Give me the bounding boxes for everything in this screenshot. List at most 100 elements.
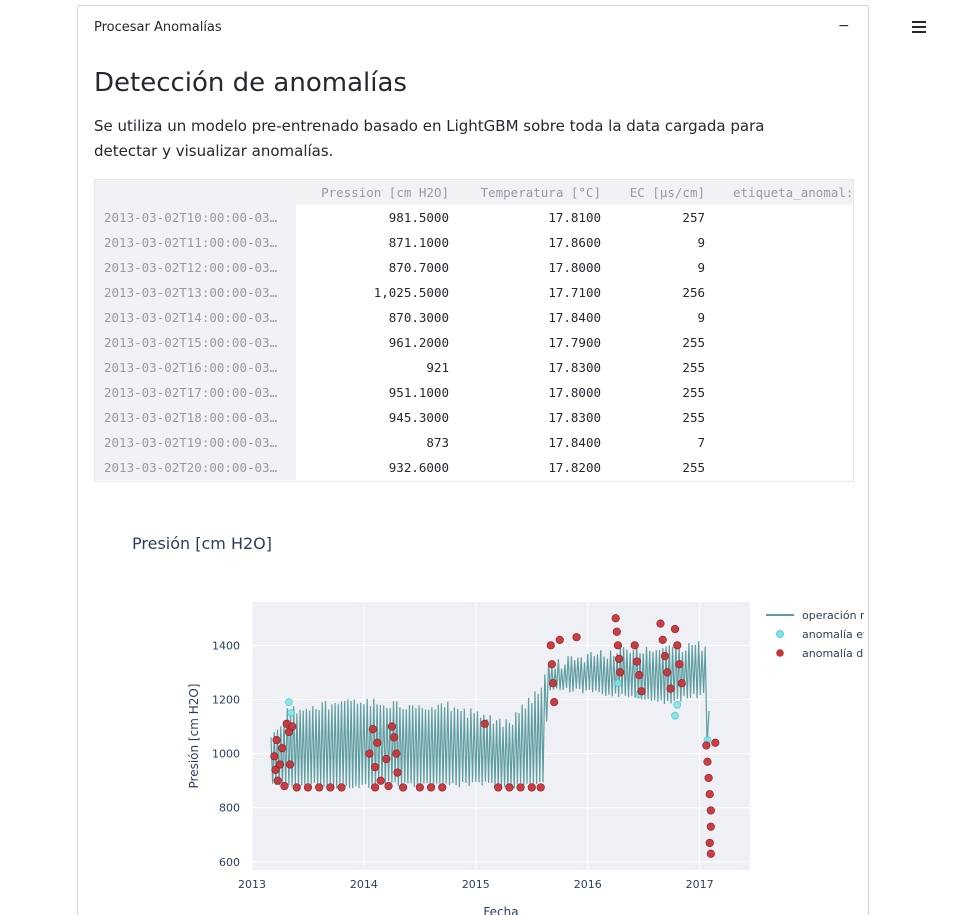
- y-tick-label: 600: [219, 856, 240, 869]
- expander-header[interactable]: Procesar Anomalías −: [78, 6, 868, 50]
- table-row[interactable]: 2013-03-02T16:00:00-03… 921 17.8300 255: [95, 355, 853, 380]
- row-index: 2013-03-02T15:00:00-03…: [95, 330, 296, 355]
- cell-etiqueta: [705, 230, 853, 255]
- detected-anomaly-point: [632, 657, 642, 666]
- cell-temperatura: 17.8000: [548, 385, 601, 400]
- column-header[interactable]: etiqueta_anomal:: [705, 180, 853, 205]
- y-tick-label: 1000: [212, 748, 240, 761]
- detected-anomaly-point: [611, 614, 620, 623]
- column-header[interactable]: Temperatura [°C]: [449, 180, 601, 205]
- cell-pression: 961.2000: [388, 335, 449, 350]
- y-tick-label: 1400: [212, 639, 240, 652]
- x-axis-title: Fecha: [483, 905, 518, 915]
- detected-anomaly-point: [415, 783, 424, 792]
- detected-anomaly-point: [480, 719, 489, 728]
- cell-ec: 256: [682, 285, 705, 300]
- detected-anomaly-point: [666, 684, 675, 693]
- table-row[interactable]: 2013-03-02T19:00:00-03… 873 17.8400 7: [95, 430, 853, 455]
- x-tick-label: 2014: [350, 878, 378, 891]
- collapse-icon[interactable]: −: [838, 18, 850, 34]
- cell-pression: 871.1000: [388, 235, 449, 250]
- y-axis-title: Presión [cm H2O]: [187, 684, 201, 789]
- cell-ec: 255: [682, 335, 705, 350]
- detected-anomaly-point: [373, 738, 382, 747]
- cell-pression: 870.3000: [388, 310, 449, 325]
- detected-anomaly-point: [704, 773, 713, 783]
- detected-anomaly-point: [702, 741, 711, 750]
- column-header[interactable]: EC [µs/cm]: [601, 180, 705, 205]
- labeled-anomaly-point: [614, 679, 622, 688]
- cell-ec: 9: [697, 310, 705, 325]
- row-index: 2013-03-02T10:00:00-03…: [95, 205, 296, 230]
- detected-anomaly-point: [337, 783, 346, 792]
- detected-anomaly-point: [326, 783, 335, 792]
- detected-anomaly-point: [376, 776, 385, 785]
- table-header-row: Pression [cm H2O] Temperatura [°C] EC [µ…: [95, 180, 853, 205]
- legend-label: anomalía detectada: [802, 647, 864, 660]
- cell-temperatura: 17.8400: [548, 435, 601, 450]
- detected-anomaly-point: [285, 760, 295, 769]
- table-row[interactable]: 2013-03-02T14:00:00-03… 870.3000 17.8400 9: [95, 305, 853, 330]
- cell-etiqueta: [705, 205, 853, 230]
- cell-pression: 921: [426, 360, 449, 375]
- detected-anomaly-point: [516, 783, 525, 792]
- detected-anomaly-point: [536, 783, 545, 792]
- pressure-chart: Presión [cm H2O] 600 800 1000 1200 1400 2013 2…: [94, 518, 864, 915]
- detected-anomaly-point: [547, 660, 557, 669]
- labeled-anomaly-point: [287, 709, 296, 717]
- detected-anomaly-point: [273, 776, 282, 785]
- detected-anomaly-point: [292, 783, 301, 792]
- anomaly-expander: Procesar Anomalías − Detección de anomal…: [77, 5, 869, 915]
- cell-temperatura: 17.8400: [548, 310, 601, 325]
- table-row[interactable]: 2013-03-02T20:00:00-03… 932.6000 17.8200 25…: [95, 455, 853, 480]
- cell-temperatura: 17.8100: [548, 210, 601, 225]
- detected-anomaly-point: [365, 749, 374, 758]
- table-row[interactable]: 2013-03-02T13:00:00-03… 1,025.5000 17.7100…: [95, 280, 853, 305]
- detected-anomaly-point: [637, 687, 646, 696]
- labeled-anomaly-point: [673, 700, 682, 709]
- cell-pression: 1,025.5000: [373, 285, 449, 300]
- cell-ec: 7: [697, 435, 705, 450]
- detected-anomaly-point: [660, 652, 670, 661]
- detected-anomaly-point: [616, 668, 625, 677]
- cell-pression: 873: [426, 435, 449, 450]
- detected-anomaly-point: [393, 768, 402, 777]
- row-index: 2013-03-02T17:00:00-03…: [95, 380, 296, 405]
- cell-pression: 870.7000: [388, 260, 449, 275]
- detected-anomaly-point: [677, 679, 686, 688]
- row-index: 2013-03-02T13:00:00-03…: [95, 280, 296, 305]
- detected-anomaly-point: [703, 757, 712, 766]
- detected-anomaly-point: [384, 781, 393, 791]
- cell-temperatura: 17.8200: [548, 460, 601, 475]
- cell-etiqueta: [705, 355, 853, 380]
- cell-etiqueta: [705, 280, 853, 305]
- cell-etiqueta: [705, 330, 853, 355]
- table-row[interactable]: 2013-03-02T17:00:00-03… 951.1000 17.8000 25…: [95, 380, 853, 405]
- cell-ec: 9: [697, 235, 705, 250]
- detected-anomaly-point: [438, 783, 447, 792]
- detected-anomaly-point: [272, 735, 281, 745]
- x-tick-label: 2017: [686, 878, 714, 891]
- legend-label: anomalía etiquetada: [802, 628, 864, 641]
- table-row[interactable]: 2013-03-02T15:00:00-03… 961.2000 17.7900 25…: [95, 330, 853, 355]
- table-row[interactable]: 2013-03-02T10:00:00-03… 981.5000 17.8100 25…: [95, 205, 853, 230]
- detected-anomaly-point: [275, 760, 285, 769]
- row-index: 2013-03-02T16:00:00-03…: [95, 355, 296, 380]
- detected-anomaly-point: [426, 783, 436, 792]
- data-table[interactable]: Pression [cm H2O] Temperatura [°C] EC [µ…: [94, 179, 854, 482]
- chart-svg[interactable]: 600 800 1000 1200 1400 2013 2014 2015 2016 2017 Fe…: [94, 518, 864, 915]
- detected-anomaly-point: [658, 635, 667, 644]
- table-row[interactable]: 2013-03-02T18:00:00-03… 945.3000 17.8300 25…: [95, 405, 853, 430]
- table-row[interactable]: 2013-03-02T12:00:00-03… 870.7000 17.8000 9: [95, 255, 853, 280]
- table-row[interactable]: 2013-03-02T11:00:00-03… 871.1000 17.8600 9: [95, 230, 853, 255]
- detected-anomaly-point: [613, 641, 623, 650]
- legend-marker-icon: [776, 649, 784, 657]
- detected-anomaly-point: [494, 783, 503, 792]
- hamburger-menu-icon[interactable]: [906, 14, 932, 40]
- y-tick-label: 800: [219, 802, 240, 815]
- detected-anomaly-point: [398, 783, 408, 792]
- detected-anomaly-point: [706, 806, 715, 815]
- section-description: Se utiliza un modelo pre-entrenado basad…: [94, 117, 765, 160]
- column-header[interactable]: Pression [cm H2O]: [296, 180, 449, 205]
- detected-anomaly-point: [390, 733, 399, 742]
